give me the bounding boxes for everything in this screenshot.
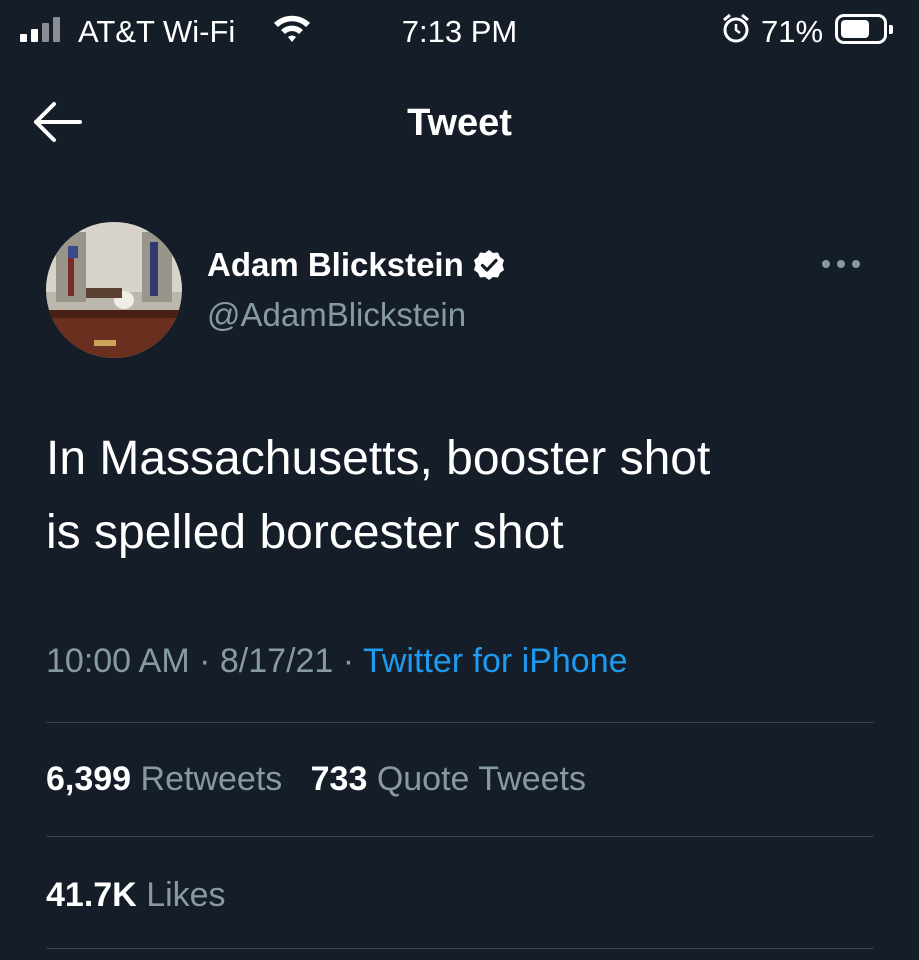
- likes-stat[interactable]: 41.7K Likes: [46, 876, 226, 914]
- tweet-meta: 10:00 AM · 8/17/21 · Twitter for iPhone: [46, 642, 628, 681]
- likes-label: Likes: [146, 876, 226, 914]
- battery-percentage: 71%: [761, 14, 824, 49]
- tweet-header: Adam Blickstein @AdamBlickstein: [0, 218, 919, 358]
- quote-tweets-count: 733: [310, 760, 368, 798]
- tweet-source-link[interactable]: Twitter for iPhone: [363, 642, 628, 680]
- more-options-icon[interactable]: [822, 254, 872, 274]
- tweet-text: In Massachusetts, booster shot is spelle…: [46, 422, 886, 570]
- author-name-text: Adam Blickstein: [207, 246, 464, 283]
- author-handle[interactable]: @AdamBlickstein: [207, 296, 466, 334]
- verified-badge-icon: [472, 248, 506, 282]
- divider: [46, 722, 874, 723]
- quote-tweets-label: Quote Tweets: [376, 760, 586, 798]
- retweets-label: Retweets: [140, 760, 283, 798]
- tweet-time: 10:00 AM: [46, 642, 190, 680]
- status-bar: AT&T Wi-Fi 7:13 PM 71%: [0, 0, 919, 62]
- meta-separator-2: ·: [342, 642, 355, 680]
- retweets-count: 6,399: [46, 760, 132, 798]
- tweet-text-line-1: In Massachusetts, booster shot: [46, 432, 711, 485]
- avatar[interactable]: [46, 222, 182, 358]
- author-name[interactable]: Adam Blickstein: [207, 246, 506, 284]
- divider: [46, 948, 874, 949]
- nav-header: Tweet: [0, 80, 919, 170]
- likes-stats: 41.7K Likes: [46, 876, 226, 915]
- likes-count: 41.7K: [46, 876, 137, 914]
- tweet-date: 8/17/21: [219, 642, 334, 680]
- meta-separator-1: ·: [199, 642, 211, 680]
- battery-icon: [835, 14, 893, 44]
- page-title: Tweet: [407, 102, 512, 144]
- quote-tweets-stat[interactable]: 733 Quote Tweets: [311, 760, 586, 798]
- retweets-stat[interactable]: 6,399 Retweets: [46, 760, 292, 798]
- retweet-stats: 6,399 Retweets 733 Quote Tweets: [46, 760, 586, 799]
- alarm-icon: [721, 12, 751, 54]
- divider: [46, 836, 874, 837]
- tweet-text-line-2: is spelled borcester shot: [46, 506, 564, 559]
